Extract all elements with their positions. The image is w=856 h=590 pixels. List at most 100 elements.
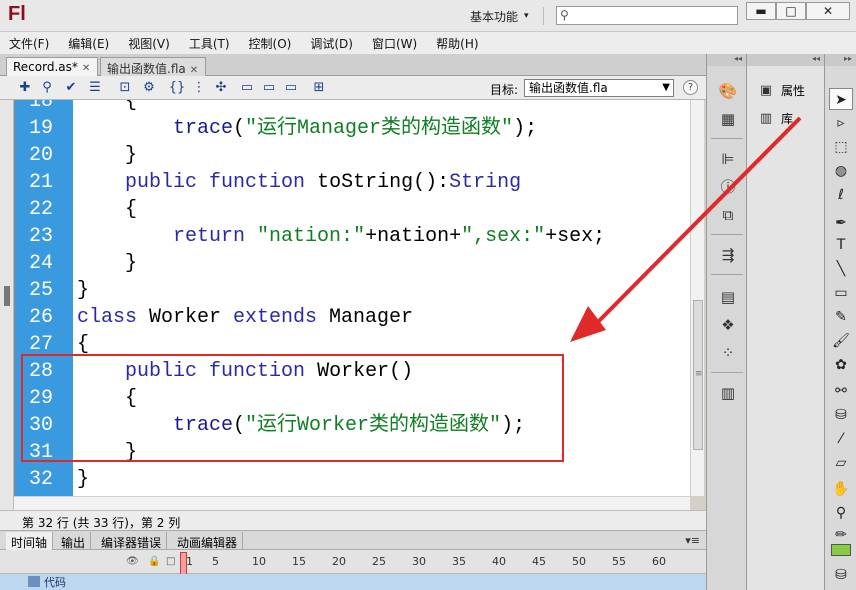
debug-options-icon[interactable]: ⚙ — [140, 79, 158, 96]
free-transform-tool-icon[interactable]: ⬚ — [829, 136, 853, 158]
code-token: { — [77, 333, 90, 356]
stroke-color-swatch[interactable] — [831, 544, 851, 556]
brush-tool-icon[interactable]: 🖌 — [829, 330, 853, 352]
tab-compiler-errors[interactable]: 编译器错误 — [96, 532, 168, 550]
close-icon[interactable]: ✕ — [190, 65, 198, 76]
menu-view[interactable]: 视图(V) — [125, 33, 173, 54]
code-token: ); — [513, 117, 538, 140]
menu-file[interactable]: 文件(F) — [6, 33, 52, 54]
tab-output-fla[interactable]: 输出函数值.fla ✕ — [100, 57, 206, 76]
vertical-scrollbar[interactable]: ≡ — [690, 100, 704, 496]
tab-record-as[interactable]: Record.as* ✕ — [6, 57, 98, 76]
project-icon[interactable]: ▥ — [717, 382, 739, 404]
tab-output[interactable]: 输出 — [56, 532, 92, 550]
component-inspector-icon[interactable]: ❖ — [717, 314, 739, 336]
minimize-button[interactable]: ▬ — [746, 2, 776, 20]
apply-block-comment-icon[interactable]: ▭ — [238, 79, 256, 96]
add-statement-icon[interactable]: ✚ — [16, 79, 34, 96]
3d-rotation-tool-icon[interactable]: ◍ — [829, 160, 853, 182]
selection-tool-icon[interactable]: ➤ — [829, 88, 853, 110]
collapse-handle[interactable] — [4, 286, 10, 306]
menu-debug[interactable]: 调试(D) — [307, 33, 356, 54]
frame-number: 10 — [252, 555, 266, 568]
maximize-button[interactable]: □ — [776, 2, 806, 20]
line-number: 21 — [28, 171, 53, 194]
motion-presets-icon[interactable]: ⁘ — [717, 342, 739, 364]
help-icon[interactable]: ? — [683, 80, 698, 95]
properties-panel-button[interactable]: ▣ 属性 — [757, 82, 805, 99]
swatches-icon[interactable]: ▦ — [717, 108, 739, 130]
toggle-toolbox-icon[interactable]: ⊞ — [310, 79, 328, 96]
collapse-braces-icon[interactable]: {} — [168, 79, 186, 96]
line-number: 25 — [28, 279, 53, 302]
eyedropper-tool-icon[interactable]: ⁄ — [829, 428, 853, 450]
apply-line-comment-icon[interactable]: ▭ — [260, 79, 278, 96]
target-select[interactable]: 输出函数值.fla ▼ — [524, 79, 674, 97]
components-icon[interactable]: ▤ — [717, 286, 739, 308]
pencil-tool-icon[interactable]: ✎ — [829, 306, 853, 328]
paint-bucket-tool-icon[interactable]: ⛁ — [829, 404, 853, 426]
line-number: 23 — [28, 225, 53, 248]
workspace-switcher[interactable]: 基本功能 ▾ — [462, 7, 544, 25]
zoom-tool-icon[interactable]: ⚲ — [829, 502, 853, 524]
lasso-tool-icon[interactable]: ℓ — [829, 184, 853, 206]
frame-number: 60 — [652, 555, 666, 568]
pen-tool-icon[interactable]: ✒ — [829, 212, 853, 234]
tab-timeline[interactable]: 时间轴 — [6, 532, 54, 550]
search-input[interactable]: ⚲ — [556, 6, 738, 25]
scrollbar-thumb[interactable]: ≡ — [693, 300, 703, 450]
layer-row[interactable]: 代码 — [0, 574, 706, 590]
line-tool-icon[interactable]: ╲ — [829, 258, 853, 280]
menu-window[interactable]: 窗口(W) — [369, 33, 420, 54]
fill-color-icon[interactable]: ⛁ — [829, 564, 853, 586]
close-icon[interactable]: ✕ — [82, 63, 90, 74]
auto-format-icon[interactable]: ☰ — [86, 79, 104, 96]
frame-number: 1 — [186, 555, 193, 568]
properties-icon: ▣ — [759, 82, 773, 98]
code-snippets-icon[interactable]: ⇶ — [717, 244, 739, 266]
line-number: 24 — [28, 252, 53, 275]
close-button[interactable]: ✕ — [806, 2, 850, 20]
color-icon[interactable]: 🎨 — [717, 80, 739, 102]
code-token: } — [77, 279, 90, 302]
collapse-strip[interactable] — [0, 100, 14, 510]
panel-collapse-icon[interactable]: ▸▸ — [825, 54, 856, 66]
tab-motion-editor[interactable]: 动画编辑器 — [172, 532, 244, 550]
menu-edit[interactable]: 编辑(E) — [65, 33, 112, 54]
remove-comment-icon[interactable]: ▭ — [282, 79, 300, 96]
panel-collapse-icon[interactable]: ◂◂ — [707, 54, 746, 66]
check-syntax-icon[interactable]: ✔ — [62, 79, 80, 96]
hand-tool-icon[interactable]: ✋ — [829, 478, 853, 500]
rectangle-tool-icon[interactable]: ▭ — [829, 282, 853, 304]
collapse-selection-icon[interactable]: ⋮ — [190, 79, 208, 96]
library-label: 库 — [781, 112, 794, 126]
timeline[interactable]: 👁 🔒 □ 1 5 10 15 20 25 30 35 40 45 50 55 60 代码 — [0, 550, 706, 590]
timeline-header: 👁 🔒 □ 1 5 10 15 20 25 30 35 40 45 50 55 60 — [0, 550, 706, 574]
bone-tool-icon[interactable]: ⚯ — [829, 380, 853, 402]
align-icon[interactable]: ⊫ — [717, 148, 739, 170]
stroke-color-icon[interactable]: ✏ — [829, 524, 853, 546]
find-icon[interactable]: ⚲ — [38, 79, 56, 96]
panel-menu-icon[interactable]: ▾≡ — [685, 534, 700, 547]
panel-collapse-icon[interactable]: ◂◂ — [747, 54, 824, 66]
horizontal-scrollbar[interactable] — [14, 496, 690, 510]
menu-tools[interactable]: 工具(T) — [186, 33, 233, 54]
code-line: { — [77, 196, 137, 223]
transform-icon[interactable]: ⧉ — [717, 204, 739, 226]
subselection-tool-icon[interactable]: ▹ — [829, 112, 853, 134]
deco-tool-icon[interactable]: ✿ — [829, 354, 853, 376]
code-hint-icon[interactable]: ⊡ — [116, 79, 134, 96]
text-tool-icon[interactable]: T — [829, 234, 853, 256]
menu-control[interactable]: 控制(O) — [246, 33, 295, 54]
menu-help[interactable]: 帮助(H) — [433, 33, 481, 54]
info-icon[interactable]: ⓘ — [717, 176, 739, 198]
layer-icon — [28, 576, 40, 587]
lock-icon[interactable]: 🔒 — [148, 556, 160, 567]
expand-all-icon[interactable]: ✣ — [212, 79, 230, 96]
title-bar: Fl 基本功能 ▾ ⚲ ▬ □ ✕ — [0, 0, 856, 32]
library-panel-button[interactable]: ▥ 库 — [757, 110, 793, 127]
frame-number: 15 — [292, 555, 306, 568]
eye-icon[interactable]: 👁 — [126, 556, 139, 567]
eraser-tool-icon[interactable]: ▱ — [829, 452, 853, 474]
outline-icon[interactable]: □ — [166, 556, 175, 567]
